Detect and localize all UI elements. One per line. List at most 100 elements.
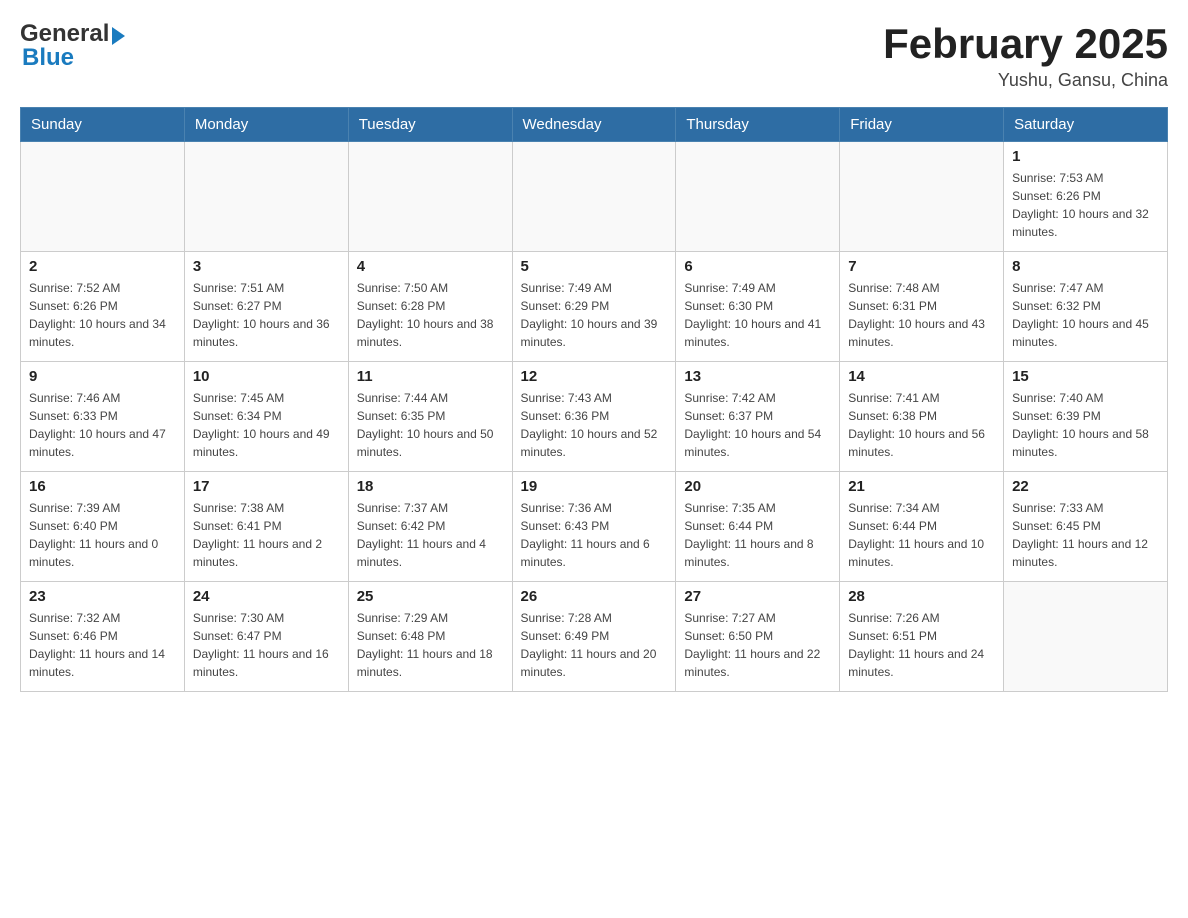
day-info: Sunrise: 7:26 AMSunset: 6:51 PMDaylight:… (848, 609, 995, 681)
day-info: Sunrise: 7:49 AMSunset: 6:30 PMDaylight:… (684, 279, 831, 351)
calendar-cell: 3 Sunrise: 7:51 AMSunset: 6:27 PMDaylight… (184, 252, 348, 362)
day-number: 20 (684, 478, 831, 495)
day-info: Sunrise: 7:49 AMSunset: 6:29 PMDaylight:… (521, 279, 668, 351)
week-row-1: 1 Sunrise: 7:53 AMSunset: 6:26 PMDaylight… (21, 142, 1168, 252)
calendar-table: SundayMondayTuesdayWednesdayThursdayFrid… (20, 107, 1168, 692)
day-number: 24 (193, 588, 340, 605)
calendar-cell: 4 Sunrise: 7:50 AMSunset: 6:28 PMDaylight… (348, 252, 512, 362)
day-number: 12 (521, 368, 668, 385)
day-number: 1 (1012, 148, 1159, 165)
calendar-cell: 18 Sunrise: 7:37 AMSunset: 6:42 PMDayligh… (348, 472, 512, 582)
calendar-cell (512, 142, 676, 252)
weekday-header-tuesday: Tuesday (348, 108, 512, 142)
day-info: Sunrise: 7:38 AMSunset: 6:41 PMDaylight:… (193, 499, 340, 571)
weekday-header-monday: Monday (184, 108, 348, 142)
calendar-cell (1004, 582, 1168, 692)
day-number: 17 (193, 478, 340, 495)
day-number: 27 (684, 588, 831, 605)
title-block: February 2025 Yushu, Gansu, China (883, 20, 1168, 91)
week-row-5: 23 Sunrise: 7:32 AMSunset: 6:46 PMDayligh… (21, 582, 1168, 692)
day-number: 23 (29, 588, 176, 605)
calendar-cell: 10Sunrise: 7:45 AMSunset: 6:34 PMDayligh… (184, 362, 348, 472)
day-number: 15 (1012, 368, 1159, 385)
day-number: 4 (357, 258, 504, 275)
calendar-cell: 25 Sunrise: 7:29 AMSunset: 6:48 PMDayligh… (348, 582, 512, 692)
location: Yushu, Gansu, China (883, 70, 1168, 91)
day-info: Sunrise: 7:33 AMSunset: 6:45 PMDaylight:… (1012, 499, 1159, 571)
day-info: Sunrise: 7:53 AMSunset: 6:26 PMDaylight:… (1012, 169, 1159, 241)
calendar-cell: 21 Sunrise: 7:34 AMSunset: 6:44 PMDayligh… (840, 472, 1004, 582)
day-info: Sunrise: 7:35 AMSunset: 6:44 PMDaylight:… (684, 499, 831, 571)
day-info: Sunrise: 7:48 AMSunset: 6:31 PMDaylight:… (848, 279, 995, 351)
day-number: 26 (521, 588, 668, 605)
calendar-cell: 8 Sunrise: 7:47 AMSunset: 6:32 PMDaylight… (1004, 252, 1168, 362)
day-info: Sunrise: 7:42 AMSunset: 6:37 PMDaylight:… (684, 389, 831, 461)
calendar-cell: 17 Sunrise: 7:38 AMSunset: 6:41 PMDayligh… (184, 472, 348, 582)
calendar-cell: 24 Sunrise: 7:30 AMSunset: 6:47 PMDayligh… (184, 582, 348, 692)
day-number: 25 (357, 588, 504, 605)
day-number: 18 (357, 478, 504, 495)
day-info: Sunrise: 7:43 AMSunset: 6:36 PMDaylight:… (521, 389, 668, 461)
calendar-cell: 1 Sunrise: 7:53 AMSunset: 6:26 PMDaylight… (1004, 142, 1168, 252)
page-header: General Blue February 2025 Yushu, Gansu,… (20, 20, 1168, 91)
calendar-cell: 6 Sunrise: 7:49 AMSunset: 6:30 PMDaylight… (676, 252, 840, 362)
day-info: Sunrise: 7:51 AMSunset: 6:27 PMDaylight:… (193, 279, 340, 351)
calendar-cell (21, 142, 185, 252)
day-info: Sunrise: 7:52 AMSunset: 6:26 PMDaylight:… (29, 279, 176, 351)
day-info: Sunrise: 7:36 AMSunset: 6:43 PMDaylight:… (521, 499, 668, 571)
weekday-header-row: SundayMondayTuesdayWednesdayThursdayFrid… (21, 108, 1168, 142)
day-number: 5 (521, 258, 668, 275)
weekday-header-saturday: Saturday (1004, 108, 1168, 142)
day-info: Sunrise: 7:37 AMSunset: 6:42 PMDaylight:… (357, 499, 504, 571)
weekday-header-sunday: Sunday (21, 108, 185, 142)
day-number: 22 (1012, 478, 1159, 495)
weekday-header-thursday: Thursday (676, 108, 840, 142)
day-number: 11 (357, 368, 504, 385)
calendar-cell: 22 Sunrise: 7:33 AMSunset: 6:45 PMDayligh… (1004, 472, 1168, 582)
calendar-cell: 9 Sunrise: 7:46 AMSunset: 6:33 PMDaylight… (21, 362, 185, 472)
day-info: Sunrise: 7:41 AMSunset: 6:38 PMDaylight:… (848, 389, 995, 461)
day-info: Sunrise: 7:46 AMSunset: 6:33 PMDaylight:… (29, 389, 176, 461)
day-info: Sunrise: 7:28 AMSunset: 6:49 PMDaylight:… (521, 609, 668, 681)
day-number: 7 (848, 258, 995, 275)
day-info: Sunrise: 7:32 AMSunset: 6:46 PMDaylight:… (29, 609, 176, 681)
day-number: 14 (848, 368, 995, 385)
month-title: February 2025 (883, 20, 1168, 68)
day-info: Sunrise: 7:27 AMSunset: 6:50 PMDaylight:… (684, 609, 831, 681)
day-number: 2 (29, 258, 176, 275)
calendar-cell (184, 142, 348, 252)
day-number: 3 (193, 258, 340, 275)
calendar-cell: 12 Sunrise: 7:43 AMSunset: 6:36 PMDayligh… (512, 362, 676, 472)
calendar-cell: 2 Sunrise: 7:52 AMSunset: 6:26 PMDaylight… (21, 252, 185, 362)
day-number: 8 (1012, 258, 1159, 275)
calendar-cell: 7 Sunrise: 7:48 AMSunset: 6:31 PMDaylight… (840, 252, 1004, 362)
weekday-header-friday: Friday (840, 108, 1004, 142)
calendar-cell: 14 Sunrise: 7:41 AMSunset: 6:38 PMDayligh… (840, 362, 1004, 472)
calendar-cell (348, 142, 512, 252)
calendar-cell (840, 142, 1004, 252)
day-info: Sunrise: 7:50 AMSunset: 6:28 PMDaylight:… (357, 279, 504, 351)
logo: General Blue (20, 20, 125, 72)
calendar-cell (676, 142, 840, 252)
calendar-cell: 27 Sunrise: 7:27 AMSunset: 6:50 PMDayligh… (676, 582, 840, 692)
calendar-cell: 13 Sunrise: 7:42 AMSunset: 6:37 PMDayligh… (676, 362, 840, 472)
day-number: 21 (848, 478, 995, 495)
calendar-cell: 20 Sunrise: 7:35 AMSunset: 6:44 PMDayligh… (676, 472, 840, 582)
calendar-cell: 26 Sunrise: 7:28 AMSunset: 6:49 PMDayligh… (512, 582, 676, 692)
day-info: Sunrise: 7:34 AMSunset: 6:44 PMDaylight:… (848, 499, 995, 571)
day-info: Sunrise: 7:29 AMSunset: 6:48 PMDaylight:… (357, 609, 504, 681)
day-info: Sunrise: 7:47 AMSunset: 6:32 PMDaylight:… (1012, 279, 1159, 351)
day-info: Sunrise: 7:30 AMSunset: 6:47 PMDaylight:… (193, 609, 340, 681)
day-info: Sunrise: 7:44 AMSunset: 6:35 PMDaylight:… (357, 389, 504, 461)
week-row-2: 2 Sunrise: 7:52 AMSunset: 6:26 PMDaylight… (21, 252, 1168, 362)
weekday-header-wednesday: Wednesday (512, 108, 676, 142)
logo-blue-text: Blue (22, 44, 74, 72)
day-info: Sunrise: 7:39 AMSunset: 6:40 PMDaylight:… (29, 499, 176, 571)
day-number: 6 (684, 258, 831, 275)
day-number: 19 (521, 478, 668, 495)
day-info: Sunrise: 7:40 AMSunset: 6:39 PMDaylight:… (1012, 389, 1159, 461)
day-number: 9 (29, 368, 176, 385)
calendar-cell: 16Sunrise: 7:39 AMSunset: 6:40 PMDayligh… (21, 472, 185, 582)
day-number: 13 (684, 368, 831, 385)
day-number: 10 (193, 368, 340, 385)
